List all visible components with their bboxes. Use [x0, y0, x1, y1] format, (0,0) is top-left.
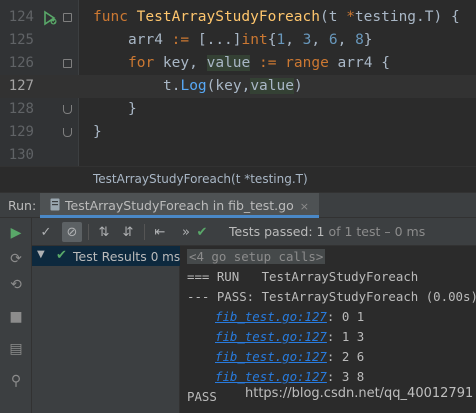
- console-line: fib_test.go:127: 3 8: [215, 369, 365, 384]
- code-line-126[interactable]: 126 for key, value := range arr4 {: [0, 52, 476, 75]
- test-duration: 0 ms: [150, 250, 181, 264]
- run-config-tab[interactable]: TestArrayStudyForeach in fib_test.go ×: [40, 193, 319, 218]
- line-number: 129: [8, 124, 34, 140]
- fold-marker-icon[interactable]: [63, 13, 72, 22]
- stop-icon[interactable]: ■: [7, 308, 25, 326]
- toolbar-separator: [144, 224, 145, 240]
- source-link[interactable]: fib_test.go:127: [215, 329, 327, 344]
- console-line: <4 go setup calls>: [187, 247, 326, 267]
- console-line: PASS: [187, 389, 217, 404]
- line-number: 126: [8, 55, 34, 71]
- test-passed-icon: ✔: [196, 224, 208, 240]
- go-test-file-icon: [50, 198, 60, 211]
- console-line: fib_test.go:127: 1 3: [215, 329, 365, 344]
- code-line-127[interactable]: 127 t.Log(key,value): [0, 75, 476, 98]
- expand-arrow-icon[interactable]: ▼: [37, 249, 45, 260]
- toggle-auto-test-icon[interactable]: ⟲: [7, 276, 25, 294]
- pin-icon[interactable]: ⚲: [7, 372, 25, 390]
- sort-by-duration-icon[interactable]: ⇵: [118, 222, 138, 242]
- source-link[interactable]: fib_test.go:127: [215, 369, 327, 384]
- test-results-toolbar: ✓ ⊘ ⇅ ⇵ ⇤ » ✔ Tests passed: 1 of 1 test …: [32, 218, 476, 246]
- breadcrumb[interactable]: TestArrayStudyForeach(t *testing.T): [0, 166, 476, 192]
- line-number: 125: [8, 32, 34, 48]
- code-line-128[interactable]: 128 }: [0, 98, 476, 121]
- fold-marker-icon[interactable]: [63, 59, 72, 68]
- sort-alphabetically-icon[interactable]: ⇅: [94, 222, 114, 242]
- run-side-toolbar: ▶ ⟳ ⟲ ■ ▤ ⚲: [0, 218, 32, 413]
- code-editor[interactable]: 124 func TestArrayStudyForeach(t *testin…: [0, 0, 476, 166]
- code-line-129[interactable]: 129 }: [0, 121, 476, 144]
- code-text: arr4 := [...]int{1, 3, 6, 8}: [128, 32, 373, 48]
- console-line: --- PASS: TestArrayStudyForeach (0.00s): [187, 289, 476, 304]
- rerun-icon[interactable]: ▶: [7, 224, 25, 242]
- code-text: }: [93, 124, 102, 140]
- code-text: t.Log(key,value): [163, 78, 303, 94]
- passed-check-icon: ✔: [56, 248, 67, 263]
- test-status: Tests passed: 1 of 1 test – 0 ms: [229, 224, 426, 239]
- close-tab-icon[interactable]: ×: [300, 200, 309, 213]
- code-text: func TestArrayStudyForeach(t *testing.T)…: [93, 9, 460, 25]
- run-tab-label: TestArrayStudyForeach in fib_test.go: [65, 198, 294, 213]
- rerun-failed-icon[interactable]: ⟳: [7, 250, 25, 268]
- console-line: fib_test.go:127: 2 6: [215, 349, 365, 364]
- run-tool-window-header: Run: TestArrayStudyForeach in fib_test.g…: [0, 192, 476, 218]
- code-line-124[interactable]: 124 func TestArrayStudyForeach(t *testin…: [0, 6, 476, 29]
- code-line-125[interactable]: 125 arr4 := [...]int{1, 3, 6, 8}: [0, 29, 476, 52]
- layout-icon[interactable]: ▤: [7, 340, 25, 358]
- test-results-label: Test Results: [73, 249, 147, 264]
- console-line: fib_test.go:127: 0 1: [215, 309, 365, 324]
- code-text: }: [128, 101, 137, 117]
- source-link[interactable]: fib_test.go:127: [215, 349, 327, 364]
- line-number: 127: [8, 78, 34, 94]
- source-link[interactable]: fib_test.go:127: [215, 309, 327, 324]
- line-number: 130: [8, 147, 34, 163]
- run-test-gutter-icon[interactable]: [42, 10, 58, 26]
- line-number: 124: [8, 9, 34, 25]
- show-passed-icon[interactable]: ✓: [36, 222, 56, 242]
- console-line: === RUN TestArrayStudyForeach: [187, 269, 419, 284]
- show-ignored-icon[interactable]: ⊘: [62, 222, 82, 242]
- breadcrumb-item[interactable]: TestArrayStudyForeach(t *testing.T): [93, 172, 308, 186]
- fold-end-marker-icon[interactable]: [63, 128, 72, 137]
- setup-calls-fold[interactable]: <4 go setup calls>: [187, 249, 326, 264]
- code-text: for key, value := range arr4 {: [128, 55, 390, 71]
- collapse-all-icon[interactable]: ⇤: [150, 222, 170, 242]
- fold-end-marker-icon[interactable]: [63, 105, 72, 114]
- watermark: https://blog.csdn.net/qq_40012791: [245, 386, 474, 401]
- test-tree-root[interactable]: ▼ ✔ Test Results 0 ms: [32, 246, 180, 266]
- run-label: Run:: [8, 198, 37, 213]
- toolbar-separator: [88, 224, 89, 240]
- code-line-130[interactable]: 130: [0, 144, 476, 167]
- test-tree: ▼ ✔ Test Results 0 ms: [32, 246, 180, 413]
- line-number: 128: [8, 101, 34, 117]
